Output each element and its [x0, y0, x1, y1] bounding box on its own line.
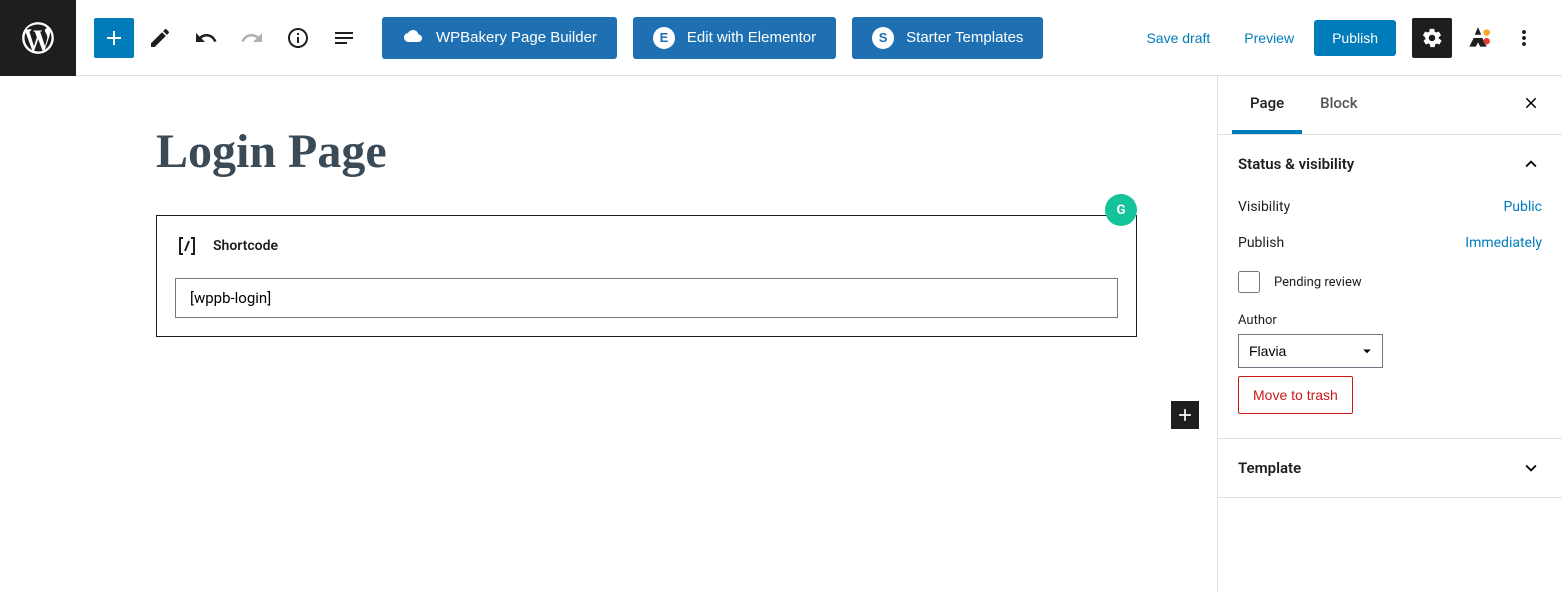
- visibility-label: Visibility: [1238, 199, 1290, 215]
- undo-icon[interactable]: [186, 18, 226, 58]
- save-draft-button[interactable]: Save draft: [1132, 22, 1224, 54]
- yoast-icon[interactable]: [1458, 18, 1498, 58]
- outline-icon[interactable]: [324, 18, 364, 58]
- elementor-label: Edit with Elementor: [687, 29, 816, 46]
- shortcode-label: Shortcode: [213, 238, 278, 254]
- elementor-button[interactable]: E Edit with Elementor: [633, 17, 836, 59]
- topbar: WPBakery Page Builder E Edit with Elemen…: [76, 0, 1562, 76]
- add-block-button[interactable]: [94, 18, 134, 58]
- grammarly-icon[interactable]: G: [1105, 194, 1137, 226]
- publish-label: Publish: [1238, 235, 1284, 251]
- tab-page[interactable]: Page: [1232, 76, 1302, 134]
- starter-label: Starter Templates: [906, 29, 1023, 46]
- shortcode-block[interactable]: Shortcode: [156, 215, 1137, 337]
- info-icon[interactable]: [278, 18, 318, 58]
- visibility-value[interactable]: Public: [1503, 199, 1542, 215]
- settings-button[interactable]: [1412, 18, 1452, 58]
- starter-icon: S: [872, 27, 894, 49]
- wpbakery-label: WPBakery Page Builder: [436, 29, 597, 46]
- shortcode-icon: [175, 234, 199, 258]
- editor-canvas: Login Page G Shortcode: [76, 76, 1217, 592]
- add-block-float[interactable]: [1171, 401, 1199, 429]
- wp-logo[interactable]: [0, 0, 76, 76]
- settings-sidebar: Page Block Status & visibility Visibilit…: [1217, 76, 1562, 592]
- chevron-down-icon: [1520, 457, 1542, 479]
- pending-review-checkbox[interactable]: [1238, 271, 1260, 293]
- edit-icon[interactable]: [140, 18, 180, 58]
- publish-value[interactable]: Immediately: [1465, 235, 1542, 251]
- redo-icon[interactable]: [232, 18, 272, 58]
- more-options-icon[interactable]: [1504, 18, 1544, 58]
- wpbakery-button[interactable]: WPBakery Page Builder: [382, 17, 617, 59]
- chevron-up-icon: [1520, 153, 1542, 175]
- move-to-trash-button[interactable]: Move to trash: [1238, 376, 1353, 414]
- template-panel-header[interactable]: Template: [1218, 439, 1562, 497]
- tab-block[interactable]: Block: [1302, 76, 1375, 134]
- cloud-icon: [402, 27, 424, 49]
- preview-button[interactable]: Preview: [1230, 22, 1308, 54]
- author-label: Author: [1238, 313, 1542, 328]
- starter-templates-button[interactable]: S Starter Templates: [852, 17, 1043, 59]
- shortcode-input[interactable]: [175, 278, 1118, 318]
- close-icon[interactable]: [1514, 86, 1548, 124]
- publish-button[interactable]: Publish: [1314, 20, 1396, 56]
- elementor-icon: E: [653, 27, 675, 49]
- author-select[interactable]: Flavia: [1238, 334, 1383, 368]
- pending-review-label: Pending review: [1274, 275, 1362, 290]
- page-title[interactable]: Login Page: [156, 124, 1137, 179]
- status-panel-header[interactable]: Status & visibility: [1218, 135, 1562, 193]
